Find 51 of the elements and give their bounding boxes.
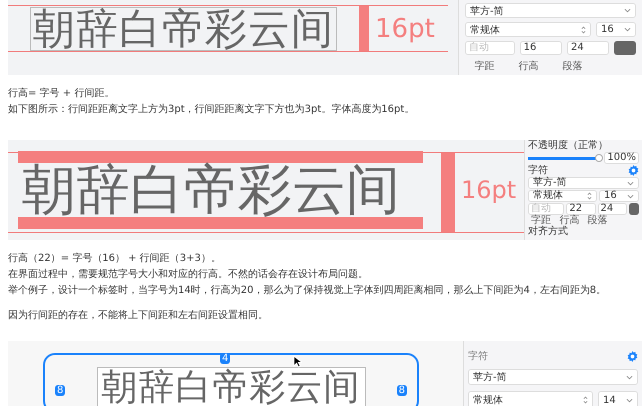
section-title: 字符: [468, 350, 488, 363]
size-label: 16pt: [461, 176, 516, 204]
paragraph: 在界面过程中，需要规范字号大小和对应的行高。不然的话会存在设计布局问题。: [8, 268, 369, 282]
color-swatch[interactable]: [628, 203, 640, 215]
spacing-badge: 4: [220, 353, 230, 364]
chevron-down-icon: [627, 194, 634, 198]
paragraph-field[interactable]: 24: [567, 41, 610, 55]
font-family-dropdown[interactable]: 苹方-简: [465, 3, 636, 18]
font-weight-dropdown[interactable]: 常规体: [465, 22, 591, 37]
field-label: 行高: [518, 60, 540, 73]
paragraph: 行高（22）= 字号（16） + 行间距（3+3）。: [8, 252, 222, 266]
color-swatch[interactable]: [614, 41, 636, 55]
field-label: 字距: [531, 216, 552, 226]
section-title: 对齐方式: [528, 227, 569, 237]
font-family-dropdown[interactable]: 苹方-简: [528, 177, 639, 189]
paragraph-field[interactable]: 24: [598, 203, 627, 215]
paragraph: 行高= 字号 + 行间距。: [8, 86, 116, 101]
settings-icon[interactable]: [628, 165, 639, 176]
sample-text: 朝辞白帝彩云间: [30, 6, 337, 50]
section-title: 字符: [528, 166, 548, 176]
stepper-icon: [583, 396, 588, 404]
chevron-down-icon: [626, 374, 633, 380]
field-label: 段落: [562, 60, 584, 73]
font-size-dropdown[interactable]: 16: [596, 22, 636, 37]
stepper-icon: [587, 192, 592, 200]
font-family-dropdown[interactable]: 苹方-简: [468, 369, 638, 385]
chevron-down-icon: [627, 180, 634, 186]
sample-text: 朝辞白帝彩云间: [21, 163, 401, 217]
stepper-icon: [581, 26, 586, 34]
line-height-field[interactable]: 16: [520, 41, 562, 55]
font-size-dropdown[interactable]: 14: [598, 391, 638, 406]
font-weight-dropdown[interactable]: 常规体: [528, 190, 597, 202]
line-height-field[interactable]: 22: [566, 203, 596, 215]
field-label: 段落: [586, 216, 609, 226]
font-weight-dropdown[interactable]: 常规体: [468, 391, 593, 406]
opacity-slider[interactable]: [528, 156, 602, 160]
settings-icon[interactable]: [627, 350, 638, 362]
font-size-dropdown[interactable]: 16: [599, 190, 639, 202]
paragraph: 举个例子，设计一个标签时，当字号为14时，行高为20，那么为了保持视觉上字体到四周距离相同，那么上下间距为4，左右间距为8。: [8, 284, 608, 298]
paragraph: 因为行间距的存在，不能将上下间距和左右间距设置相同。: [8, 308, 269, 323]
chevron-down-icon: [624, 8, 631, 13]
spacing-badge: 8: [396, 385, 407, 396]
spacing-badge: 8: [55, 385, 66, 396]
opacity-field[interactable]: 100%: [604, 152, 639, 164]
chevron-down-icon: [626, 398, 633, 402]
sample-text: 朝辞白帝彩云间: [102, 370, 360, 406]
field-label: 行高: [559, 216, 580, 226]
chevron-down-icon: [624, 27, 631, 32]
field-label: 字距: [474, 60, 496, 73]
paragraph: 如下图所示：行间距距离文字上方为3pt，行间距距离文字下方也为3pt。字体高度为16pt。: [8, 102, 416, 117]
size-label: 16pt: [375, 14, 435, 44]
